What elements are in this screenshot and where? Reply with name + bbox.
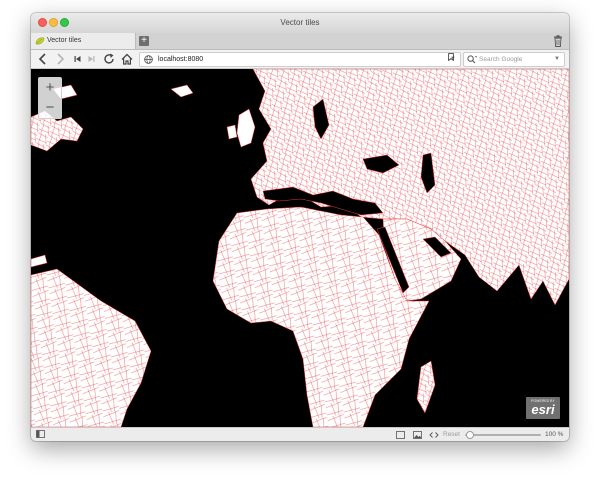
page-zoom-slider-knob[interactable]	[466, 431, 475, 439]
zoom-window-button[interactable]	[60, 18, 69, 27]
trash-icon[interactable]	[553, 35, 563, 47]
esri-attribution[interactable]: POWERED BY esri	[526, 397, 560, 419]
search-icon	[467, 55, 477, 64]
status-bar: Reset 100 %	[31, 427, 569, 441]
zoom-control: + −	[38, 77, 62, 119]
tab-label: Vector tiles	[47, 37, 82, 44]
search-placeholder: Search Google	[479, 56, 523, 63]
close-window-button[interactable]	[38, 18, 47, 27]
sidebar-toggle-icon[interactable]	[36, 430, 45, 438]
tab-bar: Vector tiles +	[31, 33, 569, 50]
map-view[interactable]: + − POWERED BY esri	[31, 69, 569, 427]
esri-logo: esri	[531, 402, 555, 417]
tab-vector-tiles[interactable]: Vector tiles	[31, 33, 136, 49]
titlebar: Vector tiles	[31, 13, 569, 33]
zoom-in-button[interactable]: +	[39, 78, 61, 99]
window-title: Vector tiles	[280, 18, 320, 27]
globe-icon	[144, 55, 153, 64]
last-icon[interactable]	[88, 52, 95, 66]
leaf-icon	[35, 37, 45, 45]
search-dropdown-icon[interactable]: ▼	[554, 53, 560, 66]
minimize-window-button[interactable]	[49, 18, 58, 27]
address-bar[interactable]: localhost:8080 ▼	[139, 52, 461, 67]
reload-icon[interactable]	[103, 52, 115, 66]
home-icon[interactable]	[121, 52, 133, 66]
first-icon[interactable]	[74, 52, 81, 66]
page-zoom-label: 100 %	[545, 431, 564, 438]
bookmark-icon[interactable]	[448, 53, 454, 61]
back-icon[interactable]	[38, 52, 47, 66]
zoom-out-button[interactable]: −	[39, 98, 61, 118]
forward-icon[interactable]	[56, 52, 65, 66]
browser-window: Vector tiles Vector tiles + localhost:80…	[31, 13, 569, 441]
zoom-reset-button[interactable]: Reset	[443, 428, 460, 441]
new-tab-button[interactable]: +	[139, 36, 149, 46]
world-map[interactable]	[31, 69, 569, 427]
images-icon[interactable]	[413, 431, 422, 439]
code-icon[interactable]	[429, 431, 439, 439]
url-text: localhost:8080	[158, 56, 204, 63]
responsive-design-icon[interactable]	[396, 431, 405, 439]
search-input[interactable]: Search Google ▼	[463, 52, 565, 67]
page-zoom-slider[interactable]	[465, 431, 541, 439]
navigation-toolbar: localhost:8080 ▼ Search Google ▼	[31, 50, 569, 69]
